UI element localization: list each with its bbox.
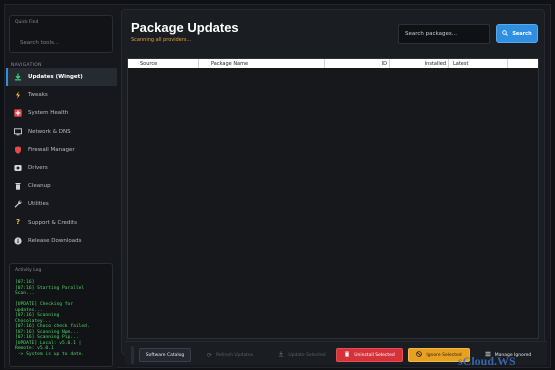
plus-icon <box>14 109 22 118</box>
column-label: Package Name <box>211 60 249 67</box>
sidebar-item-support[interactable]: ? Support & Credits <box>6 214 117 232</box>
wrench-icon <box>14 200 22 209</box>
lightning-icon <box>14 91 22 99</box>
nav-list: Updates (Winget) Tweaks System Health Ne… <box>5 68 117 250</box>
activity-log-label: Activity Log <box>15 268 42 273</box>
sidebar-item-label: Tweaks <box>28 92 48 99</box>
sidebar-item-system-health[interactable]: System Health <box>6 104 117 122</box>
sidebar-item-label: Drivers <box>28 165 48 172</box>
sidebar: Quick Find NAVIGATION Updates (Winget) T… <box>5 5 117 369</box>
sidebar-item-release-downloads[interactable]: Release Downloads <box>6 232 117 250</box>
column-label: Latest <box>453 60 469 67</box>
sidebar-item-label: Network & DNS <box>28 128 71 135</box>
search-button[interactable]: Search <box>496 24 538 43</box>
sidebar-item-cleanup[interactable]: Cleanup <box>6 177 117 195</box>
column-header-source[interactable]: Source <box>128 59 199 68</box>
update-selected-button[interactable]: Update Selected <box>275 348 329 362</box>
trash-icon <box>344 351 350 359</box>
app-window: Quick Find NAVIGATION Updates (Winget) T… <box>4 4 551 369</box>
activity-log-panel: Activity Log [07:16] [07:16] Starting Pa… <box>9 263 113 367</box>
info-icon <box>14 237 22 245</box>
column-label: ID <box>381 60 387 67</box>
activity-log-text: [07:16] [07:16] Starting Parallel Scan..… <box>15 280 90 357</box>
download-icon <box>278 351 284 359</box>
page-title: Package Updates <box>131 20 239 35</box>
download-icon <box>14 73 22 81</box>
sidebar-item-updates[interactable]: Updates (Winget) <box>6 68 117 87</box>
sidebar-item-label: Release Downloads <box>28 237 82 244</box>
sidebar-item-utilities[interactable]: Utilities <box>6 195 117 213</box>
sidebar-item-label: Utilities <box>28 201 49 208</box>
search-input[interactable] <box>398 24 490 44</box>
button-label: Software Catalog <box>145 352 185 358</box>
question-icon: ? <box>15 218 21 227</box>
watermark-logo: sCloud.WS <box>458 354 516 368</box>
sidebar-item-firewall[interactable]: Firewall Manager <box>6 141 117 159</box>
sidebar-item-label: System Health <box>28 110 69 117</box>
sidebar-item-label: Updates (Winget) <box>28 74 83 81</box>
quick-find-panel: Quick Find <box>9 15 113 53</box>
updates-table[interactable]: Source Package Name ID Installed Latest <box>127 58 539 339</box>
column-header-latest[interactable]: Latest <box>449 59 508 68</box>
button-label: Refresh Updates <box>215 352 254 358</box>
quick-find-label: Quick Find <box>15 20 39 25</box>
software-catalog-button[interactable]: Software Catalog <box>139 348 191 362</box>
search-icon <box>502 29 509 38</box>
sidebar-item-network[interactable]: Network & DNS <box>6 123 117 141</box>
column-header-id[interactable]: ID <box>325 59 390 68</box>
button-label: Ignore Selected <box>426 352 462 358</box>
toolbar-grip <box>131 346 134 364</box>
shield-icon <box>14 146 22 154</box>
table-header: Source Package Name ID Installed Latest <box>128 59 538 68</box>
main-panel: Package Updates Scanning all providers..… <box>121 9 545 355</box>
sidebar-item-label: Cleanup <box>28 183 51 190</box>
sidebar-item-label: Support & Credits <box>28 219 77 226</box>
refresh-icon: ⟳ <box>206 351 212 359</box>
status-text: Scanning all providers... <box>131 37 192 43</box>
column-header-installed[interactable]: Installed <box>390 59 449 68</box>
drive-icon <box>14 164 22 172</box>
button-label: Uninstall Selected <box>354 352 395 358</box>
sidebar-item-label: Firewall Manager <box>28 146 75 153</box>
uninstall-selected-button[interactable]: Uninstall Selected <box>336 348 403 362</box>
sidebar-item-drivers[interactable]: Drivers <box>6 159 117 177</box>
search-button-label: Search <box>512 30 532 37</box>
refresh-updates-button[interactable]: ⟳ Refresh Updates <box>201 348 259 362</box>
column-header-package-name[interactable]: Package Name <box>199 59 325 68</box>
quick-find-input[interactable] <box>20 38 108 48</box>
trash-icon <box>14 182 22 190</box>
sidebar-item-tweaks[interactable]: Tweaks <box>6 86 117 104</box>
column-label: Source <box>140 60 158 67</box>
button-label: Update Selected <box>288 352 326 358</box>
block-icon <box>416 351 423 359</box>
monitor-icon <box>14 128 22 136</box>
column-label: Installed <box>424 60 446 67</box>
